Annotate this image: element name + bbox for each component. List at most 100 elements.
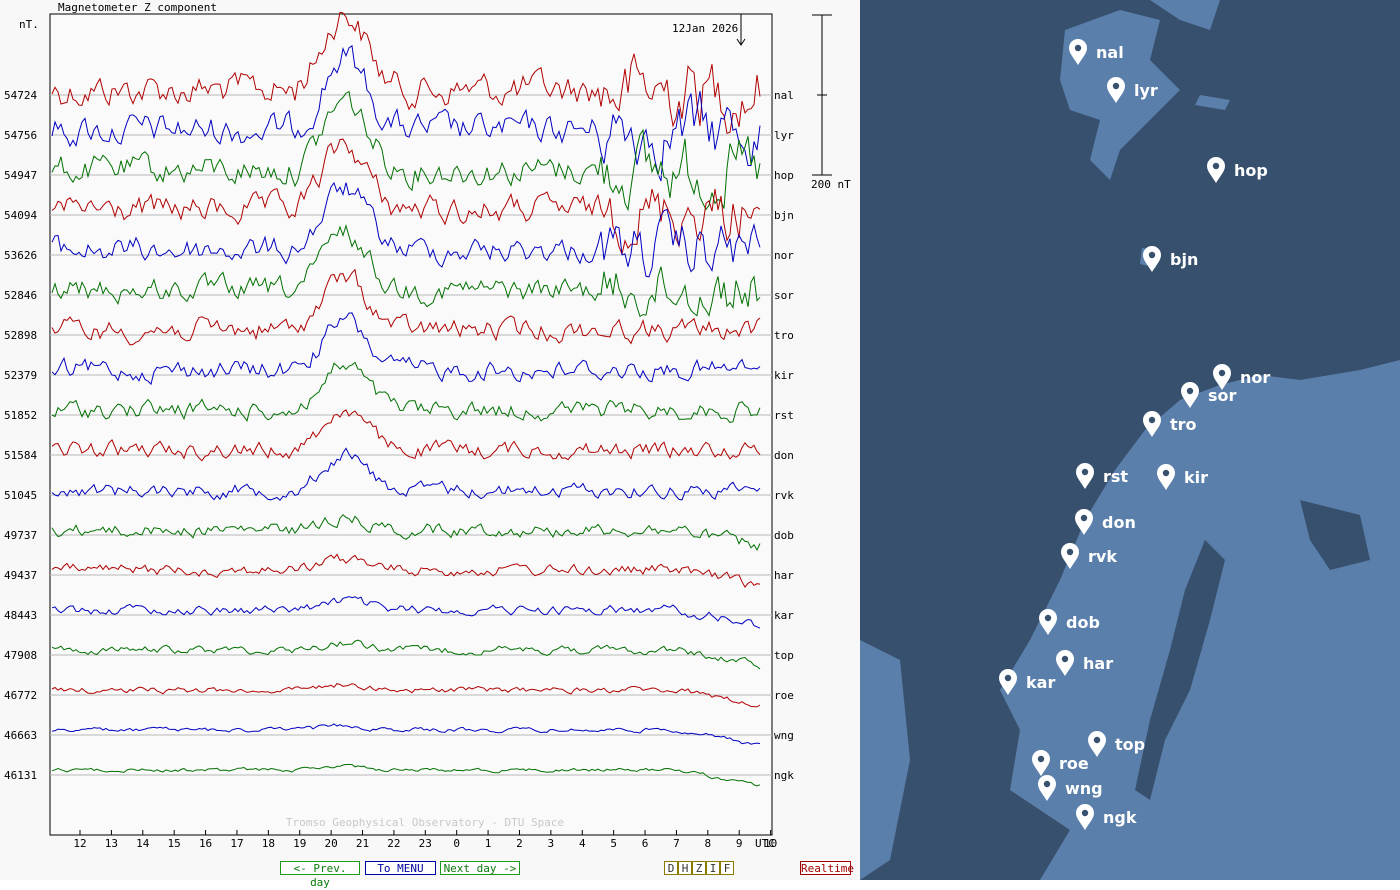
map-pin-hole-icon: [1112, 82, 1120, 90]
plot-area: [49, 13, 773, 836]
baseline-label-tro: 52898: [4, 329, 37, 342]
map-pin-hole-icon: [1061, 655, 1069, 663]
map-pin-icon-hop: [1207, 157, 1225, 183]
baseline-label-top: 47908: [4, 649, 37, 662]
x-tick-label: 18: [262, 837, 275, 850]
map-label-don: don: [1102, 513, 1136, 532]
map-label-har: har: [1083, 654, 1113, 673]
station-label-kar: kar: [774, 609, 794, 622]
map-pin-hole-icon: [1080, 514, 1088, 522]
map-label-ngk: ngk: [1103, 808, 1137, 827]
map-label-kir: kir: [1184, 468, 1208, 487]
station-label-top: top: [774, 649, 794, 662]
station-label-nor: nor: [774, 249, 794, 262]
x-tick-label: 17: [230, 837, 243, 850]
prev-day-button[interactable]: <- Prev. day: [280, 861, 360, 889]
x-unit-label: UTC: [755, 837, 775, 850]
x-tick-label: 23: [419, 837, 432, 850]
station-label-wng: wng: [774, 729, 794, 742]
watermark: Tromso Geophysical Observatory - DTU Spa…: [286, 816, 564, 829]
baseline-label-lyr: 54756: [4, 129, 37, 142]
station-label-don: don: [774, 449, 794, 462]
map-label-tro: tro: [1170, 415, 1197, 434]
baseline-label-kir: 52379: [4, 369, 37, 382]
map-label-sor: sor: [1208, 386, 1237, 405]
x-tick-label: 16: [199, 837, 212, 850]
unit-label: nT.: [19, 18, 39, 31]
baseline-label-har: 49437: [4, 569, 37, 582]
x-tick-label: 4: [579, 837, 586, 850]
baseline-label-rvk: 51045: [4, 489, 37, 502]
map-label-top: top: [1115, 735, 1145, 754]
baseline-label-bjn: 54094: [4, 209, 37, 222]
component-d-button[interactable]: D: [664, 861, 678, 875]
x-tick-label: 12: [73, 837, 86, 850]
britain: [860, 640, 910, 880]
station-label-sor: sor: [774, 289, 794, 302]
baseline-label-hop: 54947: [4, 169, 37, 182]
map-label-dob: dob: [1066, 613, 1100, 632]
station-label-kir: kir: [774, 369, 794, 382]
x-tick-label: 1: [485, 837, 492, 850]
map-label-bjn: bjn: [1170, 250, 1198, 269]
component-i-button[interactable]: I: [706, 861, 720, 875]
map-pin-hole-icon: [1081, 809, 1089, 817]
baseline-label-dob: 49737: [4, 529, 37, 542]
map-label-nal: nal: [1096, 43, 1124, 62]
station-map: nal lyr hop bjn nor sor tro rst kir don rvk dob har k…: [860, 0, 1400, 880]
station-label-bjn: bjn: [774, 209, 794, 222]
x-tick-label: 14: [136, 837, 150, 850]
x-tick-label: 3: [548, 837, 555, 850]
menu-button[interactable]: To MENU: [365, 861, 436, 875]
map-pin-hole-icon: [1148, 251, 1156, 259]
station-label-lyr: lyr: [774, 129, 794, 142]
component-f-button[interactable]: F: [720, 861, 734, 875]
magnetometer-panel: Magnetometer Z component nT. 12Jan 2026 200…: [0, 0, 860, 889]
map-label-rst: rst: [1103, 467, 1128, 486]
map-pin-icon-bjn: [1143, 246, 1161, 272]
magnetometer-chart: Magnetometer Z componentnT. 12Jan 2026200…: [4, 1, 851, 850]
baseline-label-don: 51584: [4, 449, 37, 462]
date-label: 12Jan 2026: [672, 22, 738, 35]
station-label-tro: tro: [774, 329, 794, 342]
station-label-rvk: rvk: [774, 489, 794, 502]
map-pin-hole-icon: [1066, 548, 1074, 556]
station-label-dob: dob: [774, 529, 794, 542]
kong-karls-land: [1195, 95, 1230, 110]
map-canvas: nallyr hop bjn norsortro rst kir don rvk dob har k…: [860, 0, 1400, 880]
map-label-lyr: lyr: [1134, 81, 1158, 100]
map-pin-hole-icon: [1043, 780, 1051, 788]
svalbard-northeast: [1150, 0, 1220, 30]
station-label-hop: hop: [774, 169, 794, 182]
baseline-label-rst: 51852: [4, 409, 37, 422]
next-day-button[interactable]: Next day ->: [440, 861, 520, 875]
map-label-wng: wng: [1065, 779, 1103, 798]
component-z-button[interactable]: Z: [692, 861, 706, 875]
map-label-hop: hop: [1234, 161, 1268, 180]
baseline-label-kar: 48443: [4, 609, 37, 622]
map-pin-hole-icon: [1186, 387, 1194, 395]
component-h-button[interactable]: H: [678, 861, 692, 875]
x-tick-label: 22: [387, 837, 400, 850]
station-label-roe: roe: [774, 689, 794, 702]
station-label-har: har: [774, 569, 794, 582]
x-tick-label: 0: [453, 837, 460, 850]
baseline-label-nor: 53626: [4, 249, 37, 262]
map-pin-hole-icon: [1218, 369, 1226, 377]
map-label-roe: roe: [1059, 754, 1089, 773]
map-pin-hole-icon: [1074, 44, 1082, 52]
map-label-rvk: rvk: [1088, 547, 1117, 566]
baseline-label-ngk: 46131: [4, 769, 37, 782]
x-tick-label: 7: [673, 837, 680, 850]
map-pin-hole-icon: [1081, 468, 1089, 476]
scale-label: 200 nT: [811, 178, 851, 191]
x-tick-label: 20: [325, 837, 338, 850]
station-label-nal: nal: [774, 89, 794, 102]
x-tick-label: 9: [736, 837, 743, 850]
baseline-label-wng: 46663: [4, 729, 37, 742]
realtime-button[interactable]: Realtime: [800, 861, 854, 875]
x-tick-label: 19: [293, 837, 306, 850]
page: Magnetometer Z component nT. 12Jan 2026 200…: [0, 0, 1400, 889]
map-pin-hole-icon: [1044, 614, 1052, 622]
map-pin-hole-icon: [1148, 416, 1156, 424]
